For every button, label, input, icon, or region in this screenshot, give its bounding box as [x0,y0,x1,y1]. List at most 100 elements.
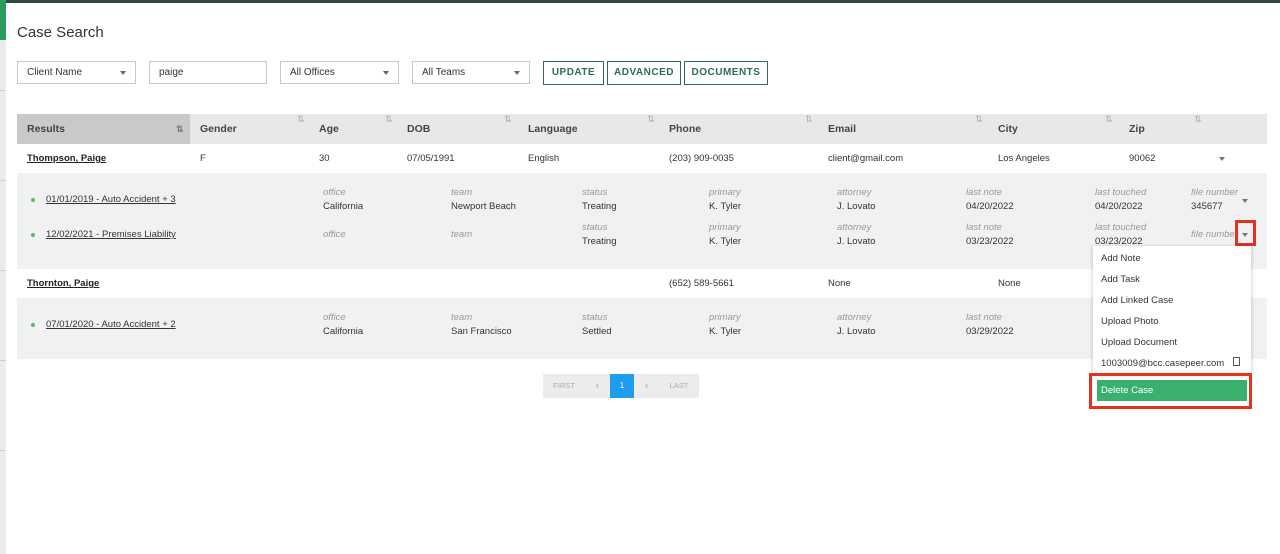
attorney-label: attorney [837,222,872,233]
menu-item-add-note[interactable]: Add Note [1101,253,1141,264]
primary-label: primary [709,312,741,323]
attorney-value: J. Lovato [837,236,876,247]
client-language: English [528,153,560,164]
file-number-value: 345677 [1191,201,1223,212]
case-link[interactable]: 07/01/2020 - Auto Accident + 2 [46,319,176,330]
last-note-value: 03/29/2022 [966,326,1014,337]
case-list: 07/01/2020 - Auto Accident + 2 office Ca… [17,298,1267,359]
menu-item-upload-document[interactable]: Upload Document [1101,337,1177,348]
attorney-label: attorney [837,312,872,323]
column-gender[interactable]: Gender [200,114,237,144]
documents-button[interactable]: DOCUMENTS [684,61,768,85]
case-link[interactable]: 01/01/2019 - Auto Accident + 3 [46,194,176,205]
advanced-button[interactable]: ADVANCED [607,61,681,85]
chevron-down-icon [120,71,126,75]
case-link[interactable]: 12/02/2021 - Premises Liability [46,229,176,240]
client-age: 30 [319,153,330,164]
case-list: 01/01/2019 - Auto Accident + 3 office Ca… [17,173,1267,269]
client-city: Los Angeles [998,153,1050,164]
status-label: status [582,312,608,323]
menu-item-case-email[interactable]: 1003009@bcc.casepeer.com [1101,358,1224,369]
search-by-value: Client Name [27,67,83,78]
status-dot [31,323,35,327]
client-email: client@gmail.com [828,153,904,164]
last-touched-value: 04/20/2022 [1095,201,1143,212]
office-value: California [323,326,364,337]
file-number-label: file number [1191,187,1238,198]
team-label: team [451,229,473,240]
left-strip [0,0,6,554]
update-button[interactable]: UPDATE [543,61,604,85]
client-name-link[interactable]: Thornton, Paige [27,278,99,289]
highlight-box [1089,373,1252,409]
last-touched-label: last touched [1095,187,1147,198]
client-phone: (203) 909-0035 [669,153,734,164]
menu-item-add-task[interactable]: Add Task [1101,274,1140,285]
primary-value: K. Tyler [709,201,742,212]
attorney-label: attorney [837,187,872,198]
office-value: All Offices [290,67,335,78]
primary-label: primary [709,187,741,198]
page-last[interactable]: LAST [659,374,699,398]
last-touched-label: last touched [1095,222,1147,233]
status-label: status [582,222,608,233]
table-row: Thornton, Paige (652) 589-5661 None None [17,269,1267,298]
client-gender: F [200,153,206,164]
chevron-down-icon[interactable] [1219,157,1225,161]
last-note-value: 04/20/2022 [966,201,1014,212]
sort-desc-icon: ⇅ [176,124,184,134]
menu-item-upload-photo[interactable]: Upload Photo [1101,316,1159,327]
last-note-label: last note [966,312,1002,323]
status-value: Settled [582,326,612,337]
column-dob[interactable]: DOB [407,114,430,144]
sort-icon: ⇅ [297,114,305,124]
column-language[interactable]: Language [528,114,578,144]
sort-icon: ⇅ [504,114,512,124]
office-label: office [323,312,346,323]
top-bar [0,0,1280,3]
attorney-value: J. Lovato [837,201,876,212]
last-note-label: last note [966,222,1002,233]
status-value: Treating [582,236,617,247]
page-prev[interactable]: ‹ [585,374,610,398]
page-title: Case Search [17,24,104,41]
primary-label: primary [709,222,741,233]
team-label: team [451,187,473,198]
page-next[interactable]: › [634,374,659,398]
client-city: None [998,278,1021,289]
column-zip[interactable]: Zip [1129,114,1145,144]
status-label: status [582,187,608,198]
sort-icon: ⇅ [975,114,983,124]
chevron-down-icon[interactable] [1242,199,1248,203]
search-input[interactable]: paige [149,61,267,84]
primary-value: K. Tyler [709,236,742,247]
sort-icon: ⇅ [1105,114,1113,124]
primary-value: K. Tyler [709,326,742,337]
client-phone: (652) 589-5661 [669,278,734,289]
team-label: team [451,312,473,323]
column-email[interactable]: Email [828,114,856,144]
chevron-down-icon [514,71,520,75]
column-city[interactable]: City [998,114,1018,144]
sort-icon: ⇅ [385,114,393,124]
client-name-link[interactable]: Thompson, Paige [27,153,106,164]
file-number-label: file number [1191,229,1238,240]
column-results[interactable]: Results ⇅ [17,114,190,144]
status-value: Treating [582,201,617,212]
sort-icon: ⇅ [647,114,655,124]
page-current[interactable]: 1 [610,374,634,398]
last-note-label: last note [966,187,1002,198]
column-age[interactable]: Age [319,114,339,144]
menu-item-add-linked-case[interactable]: Add Linked Case [1101,295,1173,306]
column-phone[interactable]: Phone [669,114,701,144]
copy-icon[interactable] [1233,357,1240,366]
sort-icon: ⇅ [805,114,813,124]
page-first[interactable]: FIRST [543,374,585,398]
search-by-select[interactable]: Client Name [17,61,136,84]
client-zip: 90062 [1129,153,1156,164]
search-query: paige [159,67,184,78]
last-note-value: 03/23/2022 [966,236,1014,247]
team-select[interactable]: All Teams [412,61,530,84]
office-select[interactable]: All Offices [280,61,399,84]
team-value: San Francisco [451,326,512,337]
